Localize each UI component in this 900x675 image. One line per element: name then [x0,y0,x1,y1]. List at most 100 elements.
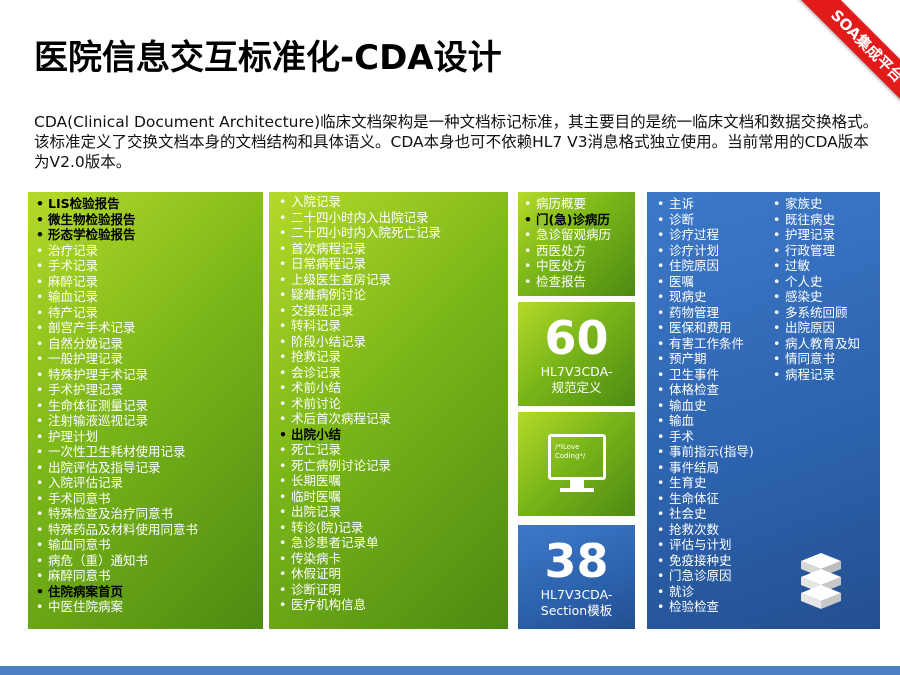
list-item: 生命体征 [655,491,754,507]
list-item: 出院评估及指导记录 [34,460,263,476]
list-item: 急诊患者记录单 [277,535,508,551]
section-template-number: 38 [544,534,609,588]
list-item: 住院病案首页 [34,584,263,600]
list-item: 疑难病例讨论 [277,287,508,303]
list-item: 输血记录 [34,289,263,305]
list-item: 现病史 [655,289,754,305]
list-item: 药物管理 [655,305,754,321]
list-item: 社会史 [655,506,754,522]
document-list-1: LIS检验报告微生物检验报告形态学检验报告治疗记录手术记录麻醉记录输血记录待产记… [34,196,263,615]
list-item: 就诊 [655,584,754,600]
list-item: 注射输液巡视记录 [34,413,263,429]
list-item: 入院评估记录 [34,475,263,491]
list-item: 微生物检验报告 [34,212,263,228]
list-item: 术前小结 [277,380,508,396]
list-item: 麻醉记录 [34,274,263,290]
list-item: 手术 [655,429,754,445]
list-item: 输血同意书 [34,537,263,553]
list-item: 抢救次数 [655,522,754,538]
list-item: 术后首次病程记录 [277,411,508,427]
list-item: 个人史 [771,274,860,290]
list-item: 抢救记录 [277,349,508,365]
list-item: 二十四小时内入院死亡记录 [277,225,508,241]
list-item: 会诊记录 [277,365,508,381]
section-list-panel: 主诉诊断诊疗过程诊疗计划住院原因医嘱现病史药物管理医保和费用有害工作条件预产期卫… [647,192,880,629]
monitor-stand [570,480,584,488]
spec-count-tile: 60 HL7V3CDA- 规范定义 [518,302,635,406]
list-item: 出院小结 [277,427,508,443]
list-item: 事件结局 [655,460,754,476]
list-item: 情同意书 [771,351,860,367]
list-item: 休假证明 [277,566,508,582]
list-item: 入院记录 [277,194,508,210]
document-list-panel-1: LIS检验报告微生物检验报告形态学检验报告治疗记录手术记录麻醉记录输血记录待产记… [28,192,263,629]
list-item: 护理记录 [771,227,860,243]
list-item: 转科记录 [277,318,508,334]
section-template-caption-2: Section模板 [540,603,613,618]
section-list-b: 家族史既往病史护理记录行政管理过敏个人史感染史多系统回顾出院原因病人教育及知情同… [771,196,860,382]
list-item: 行政管理 [771,243,860,259]
list-item: 交接班记录 [277,303,508,319]
list-item: 住院原因 [655,258,754,274]
list-item: 中医住院病案 [34,599,263,615]
section-template-caption-1: HL7V3CDA- [540,587,613,602]
list-item: 剖宫产手术记录 [34,320,263,336]
list-item: 病危（重）通知书 [34,553,263,569]
list-item: 输血史 [655,398,754,414]
list-item: 阶段小结记录 [277,334,508,350]
list-item: 自然分娩记录 [34,336,263,352]
list-item: 预产期 [655,351,754,367]
list-item: 多系统回顾 [771,305,860,321]
list-item: 护理计划 [34,429,263,445]
list-item: 急诊留观病历 [522,227,635,243]
list-item: 诊疗过程 [655,227,754,243]
list-item: 中医处方 [522,258,635,274]
page-title: 医院信息交互标准化-CDA设计 [34,38,502,78]
list-item: 医嘱 [655,274,754,290]
list-item: 西医处方 [522,243,635,259]
list-item: 形态学检验报告 [34,227,263,243]
document-list-panel-3: 病历概要门(急)诊病历急诊留观病历西医处方中医处方检查报告 [518,192,635,296]
list-item: 死亡记录 [277,442,508,458]
list-item: 转诊(院)记录 [277,520,508,536]
list-item: 体格检查 [655,382,754,398]
list-item: 免疫接种史 [655,553,754,569]
list-item: 门(急)诊病历 [522,212,635,228]
list-item: 手术记录 [34,258,263,274]
list-item: 手术护理记录 [34,382,263,398]
document-list-3: 病历概要门(急)诊病历急诊留观病历西医处方中医处方检查报告 [522,196,635,289]
list-item: 检查报告 [522,274,635,290]
list-item: 特殊护理手术记录 [34,367,263,383]
section-template-tile: 38 HL7V3CDA- Section模板 [518,525,635,629]
list-item: 出院原因 [771,320,860,336]
list-item: 感染史 [771,289,860,305]
list-item: 麻醉同意书 [34,568,263,584]
list-item: 既往病史 [771,212,860,228]
document-list-2: 入院记录二十四小时内入出院记录二十四小时内入院死亡记录首次病程记录日常病程记录上… [277,194,508,613]
list-item: 诊疗计划 [655,243,754,259]
list-item: 首次病程记录 [277,241,508,257]
list-item: 待产记录 [34,305,263,321]
list-item: 过敏 [771,258,860,274]
list-item: 术前讨论 [277,396,508,412]
stacked-blocks-icon [801,553,841,609]
list-item: LIS检验报告 [34,196,263,212]
ribbon-label: SOA集成平台 [796,0,900,110]
spec-count-caption-1: HL7V3CDA- [540,364,613,379]
monitor-base [560,488,594,492]
list-item: 死亡病例讨论记录 [277,458,508,474]
section-list-a: 主诉诊断诊疗过程诊疗计划住院原因医嘱现病史药物管理医保和费用有害工作条件预产期卫… [655,196,754,615]
list-item: 诊断 [655,212,754,228]
list-item: 日常病程记录 [277,256,508,272]
spec-count-number: 60 [544,311,609,365]
list-item: 医保和费用 [655,320,754,336]
list-item: 卫生事件 [655,367,754,383]
bottom-bar [0,666,900,675]
coding-tile: /*ILove Coding*/ [518,412,635,516]
intro-paragraph: CDA(Clinical Document Architecture)临床文档架… [34,113,879,171]
list-item: 手术同意书 [34,491,263,507]
list-item: 特殊药品及材料使用同意书 [34,522,263,538]
list-item: 临时医嘱 [277,489,508,505]
list-item: 生命体征测量记录 [34,398,263,414]
list-item: 生育史 [655,475,754,491]
